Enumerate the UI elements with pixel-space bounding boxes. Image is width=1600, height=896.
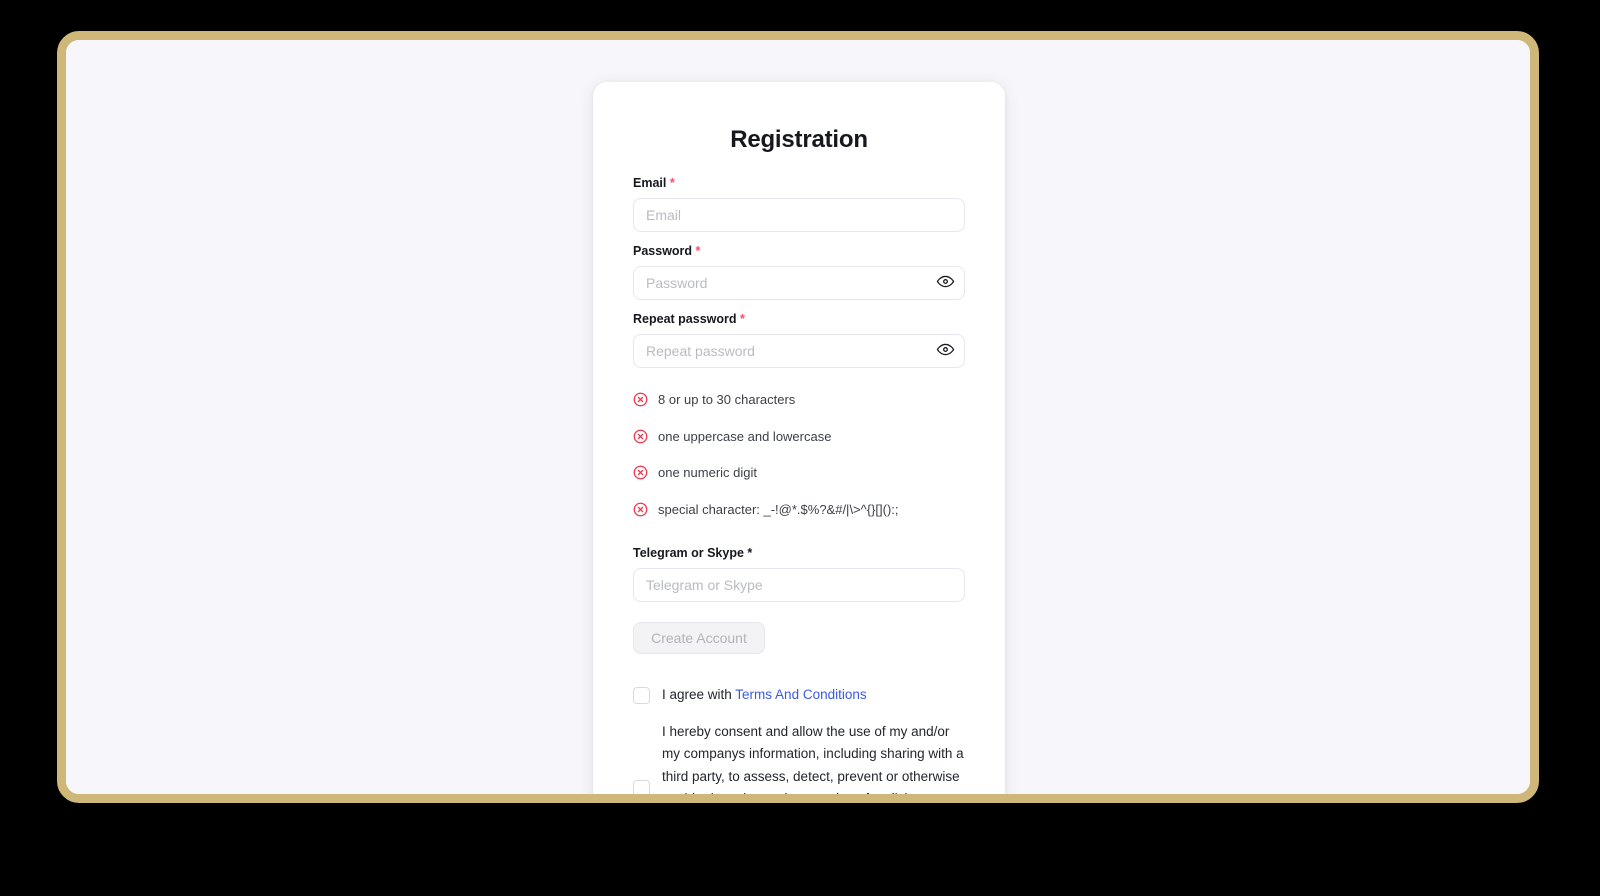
page-title: Registration [730, 126, 868, 153]
contact-label-text: Telegram or Skype [633, 546, 744, 561]
password-label-text: Password [633, 244, 693, 258]
password-input[interactable] [633, 266, 965, 300]
error-circle-x-icon [633, 502, 648, 517]
eye-icon [936, 272, 955, 294]
contact-input[interactable] [633, 568, 965, 603]
device-frame: Registration Email * Password * [57, 31, 1539, 803]
terms-consent-row: I agree with Terms And Conditions [633, 686, 965, 704]
email-input-wrap [633, 198, 965, 232]
eye-icon [936, 340, 955, 362]
error-circle-x-icon [633, 392, 648, 407]
contact-field-block: Telegram or Skype * [633, 546, 965, 603]
error-circle-x-icon [633, 429, 648, 444]
password-rule-item: one numeric digit [633, 465, 965, 481]
data-usage-consent-checkbox[interactable] [633, 779, 650, 794]
data-usage-consent-text: I hereby consent and allow the use of my… [662, 723, 964, 794]
repeat-password-visibility-toggle-button[interactable] [934, 340, 956, 362]
repeat-password-input-wrap [633, 334, 965, 368]
contact-input-wrap [633, 568, 965, 603]
email-required-asterisk: * [669, 176, 675, 190]
password-input-wrap [633, 266, 965, 300]
terms-consent-text: I agree with Terms And Conditions [662, 686, 867, 704]
repeat-password-required-asterisk: * [740, 312, 745, 326]
create-account-button[interactable]: Create Account [633, 622, 765, 655]
repeat-password-label: Repeat password * [633, 312, 965, 327]
consent-section: I agree with Terms And Conditions I here… [633, 686, 965, 794]
password-rule-item: special character: _-!@*.$%?&#/|\>^{}[](… [633, 502, 965, 518]
repeat-password-field-block: Repeat password * [633, 312, 965, 368]
password-rule-item: 8 or up to 30 characters [633, 392, 965, 408]
password-rule-text: 8 or up to 30 characters [658, 392, 796, 407]
password-rule-text: one uppercase and lowercase [658, 428, 832, 444]
email-field-block: Email * [633, 176, 965, 232]
password-visibility-toggle-button[interactable] [934, 272, 956, 294]
terms-and-conditions-link[interactable]: Terms And Conditions [735, 687, 866, 702]
password-field-block: Password * [633, 244, 965, 300]
data-usage-consent-row: I hereby consent and allow the use of my… [633, 721, 965, 794]
password-required-asterisk: * [695, 244, 701, 258]
registration-card: Registration Email * Password * [593, 82, 1005, 794]
email-label: Email * [633, 176, 965, 191]
password-requirements-list: 8 or up to 30 characters one uppercase a… [633, 392, 965, 546]
terms-consent-prefix: I agree with [662, 687, 736, 703]
email-label-text: Email [633, 176, 667, 190]
contact-required-asterisk: * [747, 546, 753, 561]
password-rule-item: one uppercase and lowercase [633, 429, 965, 445]
password-rule-text: special character: _-!@*.$%?&#/|\>^{}[](… [658, 501, 899, 517]
error-circle-x-icon [633, 465, 648, 480]
password-rule-text: one numeric digit [658, 465, 757, 481]
password-label: Password * [633, 244, 965, 259]
email-input[interactable] [633, 198, 965, 232]
repeat-password-label-text: Repeat password [633, 312, 737, 326]
browser-viewport: Registration Email * Password * [66, 40, 1530, 794]
repeat-password-input[interactable] [633, 334, 965, 368]
contact-label: Telegram or Skype * [633, 546, 965, 561]
terms-agreement-checkbox[interactable] [633, 686, 650, 704]
